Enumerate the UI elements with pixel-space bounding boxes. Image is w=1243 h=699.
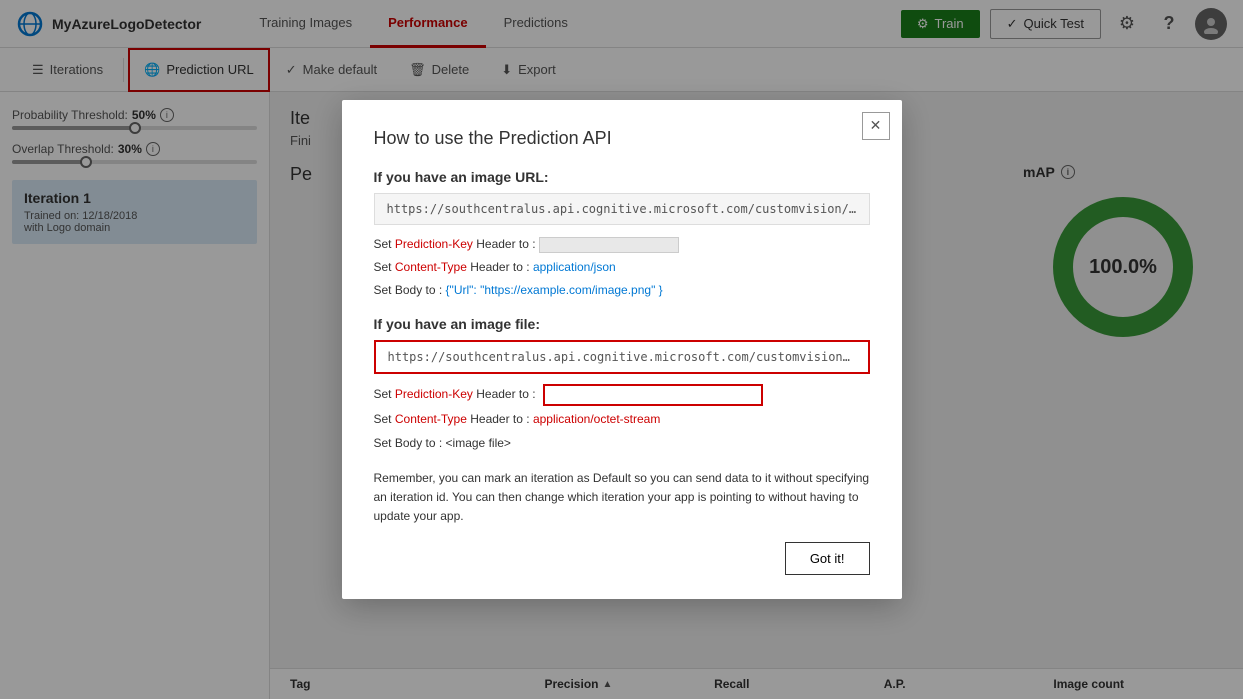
- content-type-key-1: Content-Type: [395, 260, 467, 274]
- set-row-2: Set Content-Type Header to : application…: [374, 258, 870, 277]
- set-key-2: Prediction-Key: [395, 387, 473, 401]
- ct-val-1: application/json: [533, 260, 616, 274]
- url-box-2[interactable]: https://southcentralus.api.cognitive.mic…: [374, 340, 870, 374]
- content-type-key-2: Content-Type: [395, 412, 467, 426]
- url-box-1[interactable]: https://southcentralus.api.cognitive.mic…: [374, 193, 870, 225]
- set-row-1: Set Prediction-Key Header to :: [374, 235, 870, 254]
- gotit-button[interactable]: Got it!: [785, 542, 870, 575]
- modal-close-button[interactable]: ✕: [862, 112, 890, 140]
- close-icon: ✕: [870, 117, 882, 134]
- set-row-5: Set Content-Type Header to : application…: [374, 410, 870, 429]
- modal-overlay[interactable]: ✕ How to use the Prediction API If you h…: [0, 0, 1243, 699]
- section1-title: If you have an image URL:: [374, 169, 870, 185]
- prediction-key-input[interactable]: [543, 384, 763, 406]
- modal-title: How to use the Prediction API: [374, 128, 870, 149]
- prediction-api-modal: ✕ How to use the Prediction API If you h…: [342, 100, 902, 600]
- ct-val-2: application/octet-stream: [533, 412, 660, 426]
- section2-title: If you have an image file:: [374, 316, 870, 332]
- modal-footer: Got it!: [374, 542, 870, 575]
- set-row-6: Set Body to : <image file>: [374, 434, 870, 453]
- set-row-3: Set Body to : {"Url": "https://example.c…: [374, 281, 870, 300]
- info-text: Remember, you can mark an iteration as D…: [374, 469, 870, 527]
- body-val-1: {"Url": "https://example.com/image.png" …: [446, 283, 663, 297]
- set-row-4: Set Prediction-Key Header to :: [374, 384, 870, 406]
- set-key-1: Prediction-Key: [395, 237, 473, 251]
